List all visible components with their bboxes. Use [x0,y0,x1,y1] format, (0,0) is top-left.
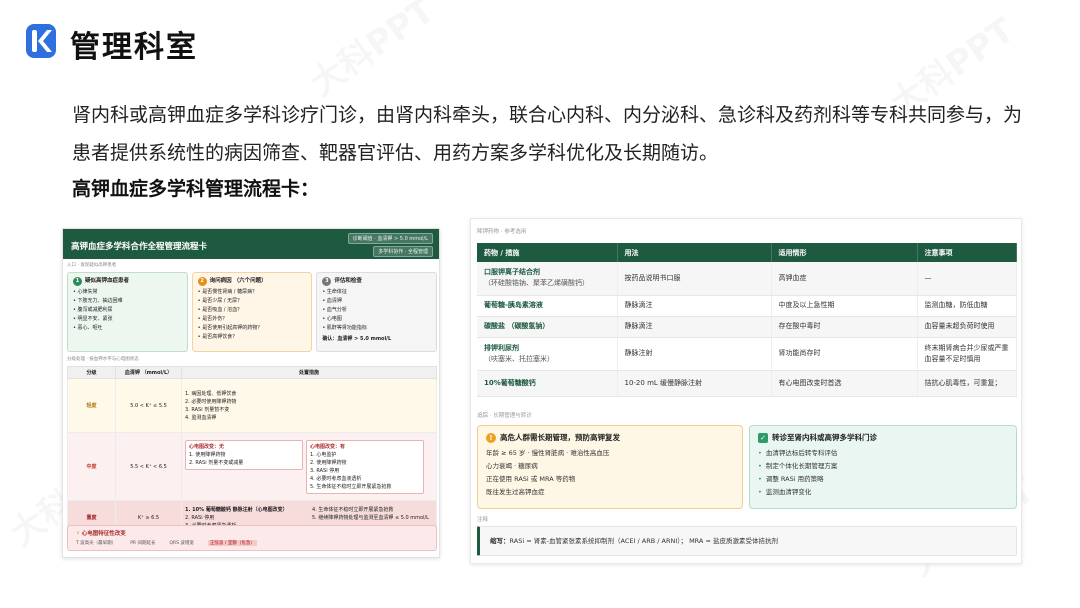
high-risk-title: 高危人群需长期管理，预防高钾复发 [500,433,620,442]
list-item: • 是否外伤？ [197,316,228,322]
ecg-feature-critical: 正弦波 / 室颤（危急） [207,540,257,546]
note-label: 缩写： [490,537,510,545]
list-item: 制定个体化长期管理方案 [758,460,1008,473]
list-item: • 血气分析 [322,307,347,313]
ecg-feature: T 波高尖（最早期） [76,541,117,546]
warning-icon: ! [486,432,496,443]
list-item: 监测血清钾变化 [758,486,1008,499]
step-title: 询问病因 （六个问题） [209,278,267,284]
page-title: 管理科室 [70,30,198,65]
ecg-change-box: 心电图改变：有 1. 心电监护 2. 使用降钾药物 3. RASi 停用 4. … [306,439,424,494]
ecg-features-box: ⚡ 心电图特征性改变 T 波高尖（最早期） PR 间期延长 QRS 波增宽 正弦… [67,525,437,551]
note-text: RASi = 肾素-血管紧张素系统抑制剂（ACEI / ARB / ARNI）；… [509,537,778,545]
list-item: • 是否少尿 / 无尿？ [197,298,243,304]
drug-card-image: 降钾药物 · 参考选用 药物 / 措施 用法 适用情形 注意事项 口服钾离子结合… [470,218,1022,564]
potassium-range: 5.5 < K⁺ < 6.5 [115,432,182,501]
step-number: 3 [322,277,332,286]
list-item: • 是否慢性肾病 / 糖尿病？ [197,289,258,295]
watermark: 大科PPT [299,0,443,105]
mdt-badge: 多学科协作 · 全程管理 [373,246,433,257]
check-icon: ✓ [758,432,768,443]
drug-table: 药物 / 措施 用法 适用情形 注意事项 口服钾离子结合剂 （环硅酸锆钠、聚苯乙烯… [477,243,1017,397]
table-row: 中度 5.5 < K⁺ < 6.5 心电图改变：无 1. 使用降钾药物 2. R… [67,432,437,501]
list-item: • 是否高钾饮食？ [197,334,238,340]
list-item: • 是否使用引起高钾的药物？ [197,325,263,331]
flow-card-image: 高钾血症多学科合作全程管理流程卡 诊断阈值 · 血清钾 > 5.0 mmol/L… [62,228,440,558]
table-header: 血清钾 （mmol/L） [115,366,182,379]
abbreviation-note: 缩写：RASi = 肾素-血管紧张素系统抑制剂（ACEI / ARB / ARN… [477,526,1017,556]
table-header: 适用情形 [771,243,918,262]
table-row: 碳酸盐 （碳酸氢钠） 静脉滴注 存在酸中毒时 血容量未超负荷时使用 [477,316,1017,338]
list-item: • 肌酐等肾功能指标 [322,325,367,331]
ecg-feature: PR 间期延长 [130,541,156,546]
list-item: 年龄 ≥ 65 岁 · 慢性肾脏病 · 难治性高血压 [486,449,610,457]
referral-title: 转诊至肾内科或高钾多学科门诊 [772,433,877,442]
referral-box: ✓转诊至肾内科或高钾多学科门诊 血清钾达标后转专科评估 制定个体化长期管理方案 … [749,425,1017,509]
step-title: 疑似高钾血症患者 [85,278,130,284]
grade-label: 中度 [67,432,116,501]
k-logo-icon [26,24,56,58]
list-item: 心力衰竭 · 糖尿病 [486,462,538,470]
list-item: 既往发生过高钾血症 [486,488,545,496]
list-item: • 血清钾 [322,298,342,304]
list-item: • 腹泻或减肥利尿 [73,307,113,313]
high-risk-box: ! 高危人群需长期管理，预防高钾复发 年龄 ≥ 65 岁 · 慢性肾脏病 · 难治… [477,425,743,509]
followup-section-label: 追踪 · 长期管理与转诊 [477,413,532,419]
intro-paragraph: 肾内科或高钾血症多学科诊疗门诊，由肾内科牵头，联合心内科、内分泌科、急诊科及药剂… [72,104,1023,164]
list-item: • 心律失常 [73,289,98,295]
table-row: 10%葡萄糖酸钙 10-20 mL 缓慢静脉注射 有心电图改变时首选 拮抗心肌毒… [477,370,1017,397]
threshold-badge: 诊断阈值 · 血清钾 > 5.0 mmol/L [347,233,433,244]
list-item: • 心电图 [322,316,342,322]
potassium-range: 5.0 < K⁺ ≤ 5.5 [115,378,182,433]
table-header: 处置措施 [181,366,437,379]
table-row: 轻度 5.0 < K⁺ ≤ 5.5 1. 病因处理、低钾饮食 2. 必要时使用降… [67,378,437,433]
step-number: 1 [73,277,82,286]
ecg-features-title: ⚡ 心电图特征性改变 [76,531,126,537]
list-item: • 恶心、呕吐 [73,325,103,331]
step-suspected: 1 疑似高钾血症患者 • 心律失常 • 下肢无力、抽边困难 • 腹泻或减肥利尿 •… [67,272,188,352]
grade-label: 轻度 [67,378,116,433]
step-title: 评估和检查 [334,278,362,284]
table-header: 用法 [617,243,772,262]
flow-steps: 1 疑似高钾血症患者 • 心律失常 • 下肢无力、抽边困难 • 腹泻或减肥利尿 •… [67,272,438,352]
table-header: 药物 / 措施 [477,243,618,262]
measures-cell: 心电图改变：无 1. 使用降钾药物 2. RASi 剂量不变或减量 心电图改变：… [181,432,437,501]
measures-cell: 1. 病因处理、低钾饮食 2. 必要时使用降钾药物 3. RASi 剂量暂不变 … [181,378,437,433]
step-assessment: 3 评估和检查 • 生命体征 • 血清钾 • 血气分析 • 心电图 • 肌酐等肾功… [316,272,438,352]
lightning-icon: ⚡ [76,531,80,537]
list-item: 正在使用 RASi 或 MRA 等药物 [486,475,576,483]
table-row: 葡萄糖-胰岛素溶液 静脉滴注 中度及以上急性期 监测血糖，防低血糖 [477,295,1017,317]
table-header: 分级 [67,366,116,379]
table-row: 口服钾离子结合剂 （环硅酸锆钠、聚苯乙烯磺酸钙） 按药品说明书口服 高钾血症 — [477,262,1017,296]
list-item: • 明显不安、紧张 [73,316,113,322]
grading-table: 分级 血清钾 （mmol/L） 处置措施 轻度 5.0 < K⁺ ≤ 5.5 1… [67,366,437,535]
confirm-criteria: 确认：血清钾 > 5.0 mmol/L [322,336,392,342]
list-item: • 是否吸血 / 溶血？ [197,307,243,313]
entry-section-label: 入口 · 发现疑似高钾患者 [67,263,117,268]
list-item: 调整 RASi 用药策略 [758,473,1008,486]
notes-section-label: 注释 [477,517,489,523]
list-item: • 生命体征 [322,289,347,295]
ecg-feature: QRS 波增宽 [169,541,194,546]
step-number: 2 [197,277,207,286]
drug-section-label: 降钾药物 · 参考选用 [477,229,527,235]
list-item: • 下肢无力、抽边困难 [73,298,123,304]
list-item: 血清钾达标后转专科评估 [758,447,1008,460]
step-cause-inquiry: 2 询问病因 （六个问题） • 是否慢性肾病 / 糖尿病？ • 是否少尿 / 无尿… [191,272,313,352]
section-subheading: 高钾血症多学科管理流程卡： [72,178,320,200]
table-header: 注意事项 [917,243,1017,262]
table-row: 排钾利尿剂 （呋塞米、托拉塞米） 静脉注射 肾功能尚存时 终末期肾病合并少尿或严重… [477,337,1017,371]
flow-card-header: 高钾血症多学科合作全程管理流程卡 诊断阈值 · 血清钾 > 5.0 mmol/L… [63,229,439,259]
flow-card-title: 高钾血症多学科合作全程管理流程卡 [71,242,208,252]
grading-section-label: 分级处理 · 按血钾水平与心电图状态 [67,357,139,362]
ecg-no-change-box: 心电图改变：无 1. 使用降钾药物 2. RASi 剂量不变或减量 [185,439,303,470]
